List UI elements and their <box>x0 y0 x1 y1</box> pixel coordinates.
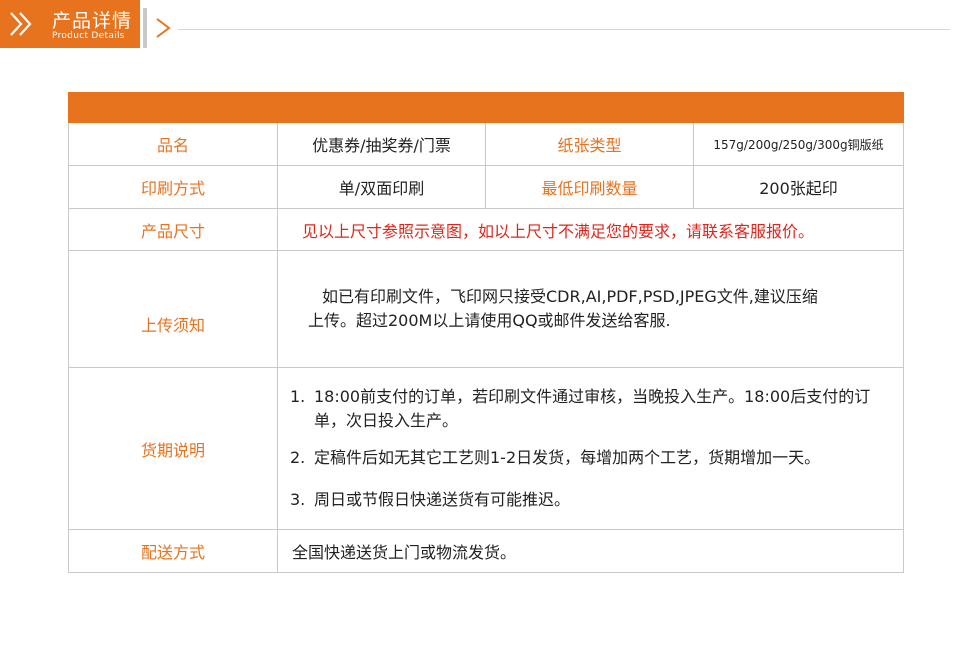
table-row: 货期说明 1. 18:00前支付的订单，若印刷文件通过审核，当晚投入生产。18:… <box>68 367 904 530</box>
value-product-name: 优惠券/抽奖券/门票 <box>277 122 486 166</box>
double-chevron-right-icon <box>10 12 32 36</box>
table-row: 产品尺寸 见以上尺寸参照示意图，如以上尺寸不满足您的要求，请联系客服报价。 <box>68 208 904 251</box>
value-shipping-method: 全国快递送货上门或物流发货。 <box>277 529 904 573</box>
label-upload-notice: 上传须知 <box>68 250 278 368</box>
label-print-method: 印刷方式 <box>68 165 278 209</box>
list-item-number: 1. <box>290 387 306 406</box>
value-product-size: 见以上尺寸参照示意图，如以上尺寸不满足您的要求，请联系客服报价。 <box>277 208 904 251</box>
list-item: 1. 18:00前支付的订单，若印刷文件通过审核，当晚投入生产。18:00后支付… <box>290 385 883 433</box>
label-delivery-time: 货期说明 <box>68 367 278 530</box>
label-paper-type: 纸张类型 <box>485 122 694 166</box>
upload-notice-line-1: 如已有印刷文件，飞印网只接受CDR,AI,PDF,PSD,JPEG文件,建议压缩 <box>322 287 818 306</box>
header-divider <box>143 8 147 48</box>
list-item-text: 18:00前支付的订单，若印刷文件通过审核，当晚投入生产。18:00后支付的订单… <box>314 387 871 430</box>
list-item-number: 2. <box>290 448 306 467</box>
value-delivery-time: 1. 18:00前支付的订单，若印刷文件通过审核，当晚投入生产。18:00后支付… <box>277 367 904 530</box>
section-header-badge: 产品详情 Product Details <box>0 0 140 48</box>
value-upload-notice: 如已有印刷文件，飞印网只接受CDR,AI,PDF,PSD,JPEG文件,建议压缩… <box>277 250 904 368</box>
list-item: 3. 周日或节假日快递送货有可能推迟。 <box>290 488 883 512</box>
chevron-right-icon <box>156 18 171 38</box>
table-header-bar <box>68 92 904 123</box>
upload-notice-line-2: 上传。超过200M以上请使用QQ或邮件发送给客服. <box>308 311 671 330</box>
table-header-cell <box>68 92 904 123</box>
list-item-text: 周日或节假日快递送货有可能推迟。 <box>314 490 571 509</box>
table-row: 品名 优惠券/抽奖券/门票 纸张类型 157g/200g/250g/300g铜版… <box>68 122 904 166</box>
label-product-name: 品名 <box>68 122 278 166</box>
list-item: 2. 定稿件后如无其它工艺则1-2日发货，每增加两个工艺，货期增加一天。 <box>290 446 883 470</box>
table-row: 配送方式 全国快递送货上门或物流发货。 <box>68 529 904 573</box>
table-row: 上传须知 如已有印刷文件，飞印网只接受CDR,AI,PDF,PSD,JPEG文件… <box>68 250 904 368</box>
product-details-table: 品名 优惠券/抽奖券/门票 纸张类型 157g/200g/250g/300g铜版… <box>68 92 904 573</box>
value-paper-type: 157g/200g/250g/300g铜版纸 <box>693 122 904 166</box>
value-min-quantity: 200张起印 <box>693 165 904 209</box>
header-rule <box>178 29 950 30</box>
label-upload-notice-text: 上传须知 <box>140 316 205 335</box>
list-item-number: 3. <box>290 490 306 509</box>
list-item-text: 定稿件后如无其它工艺则1-2日发货，每增加两个工艺，货期增加一天。 <box>314 448 821 467</box>
section-subtitle: Product Details <box>52 31 125 41</box>
table-row: 印刷方式 单/双面印刷 最低印刷数量 200张起印 <box>68 165 904 209</box>
value-print-method: 单/双面印刷 <box>277 165 486 209</box>
section-title: 产品详情 <box>52 10 133 32</box>
label-min-quantity: 最低印刷数量 <box>485 165 694 209</box>
label-product-size: 产品尺寸 <box>68 208 278 251</box>
label-shipping-method: 配送方式 <box>68 529 278 573</box>
